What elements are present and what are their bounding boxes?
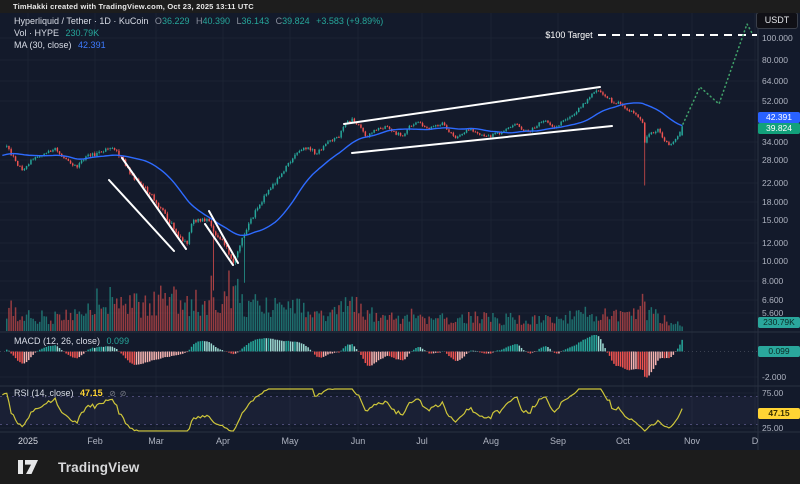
svg-text:52.000: 52.000 xyxy=(762,96,788,106)
watermark-bar: TimHakki created with TradingView.com, O… xyxy=(0,0,800,13)
candles xyxy=(6,89,683,290)
symbol-title: Hyperliquid / Tether · 1D · KuCoin xyxy=(14,16,148,26)
open-value: 36.229 xyxy=(162,16,190,26)
volume-legend[interactable]: Vol · HYPE 230.79K xyxy=(14,28,99,38)
last-price-tag: 39.824 xyxy=(758,123,800,134)
currency-unit-button[interactable]: USDT xyxy=(756,12,798,29)
volume-label: Vol · HYPE xyxy=(14,28,59,38)
open-key: O xyxy=(155,16,162,26)
target-annotation-label[interactable]: $100 Target xyxy=(540,30,598,40)
ma-price-tag: 42.391 xyxy=(758,112,800,123)
brand-bar: TradingView xyxy=(0,450,800,484)
svg-text:22.000: 22.000 xyxy=(762,178,788,188)
svg-text:Jun: Jun xyxy=(351,436,366,446)
tradingview-logo-icon xyxy=(16,457,50,477)
rsi-legend[interactable]: RSI (14, close) 47.15 ⊘ ⊘ xyxy=(14,388,127,398)
rsi-hidden-toggle-icon[interactable]: ⊘ xyxy=(109,389,116,398)
svg-text:Oct: Oct xyxy=(616,436,631,446)
rsi-value: 47.15 xyxy=(80,388,103,398)
rsi-value-tag: 47.15 xyxy=(758,408,800,419)
svg-text:Apr: Apr xyxy=(216,436,230,446)
svg-text:34.000: 34.000 xyxy=(762,137,788,147)
ma-value: 42.391 xyxy=(78,40,106,50)
macd-value-tag: 0.099 xyxy=(758,346,800,357)
volume-value-tag: 230.79K xyxy=(758,317,800,328)
time-axis-labels[interactable]: 2025 Feb Mar Apr May Jun Jul Aug Sep Oct Nov D xyxy=(18,436,759,446)
svg-text:25.00: 25.00 xyxy=(762,423,784,433)
svg-text:Jul: Jul xyxy=(416,436,428,446)
close-value: 39.824 xyxy=(282,16,310,26)
svg-text:Sep: Sep xyxy=(550,436,566,446)
volume-value: 230.79K xyxy=(66,28,100,38)
svg-text:6.600: 6.600 xyxy=(762,295,784,305)
channel-trendlines xyxy=(109,87,612,265)
pane-separators xyxy=(0,13,800,450)
svg-text:8.000: 8.000 xyxy=(762,276,784,286)
svg-text:100.000: 100.000 xyxy=(762,33,793,43)
macd-legend[interactable]: MACD (12, 26, close) 0.099 xyxy=(14,336,129,346)
macd-value: 0.099 xyxy=(107,336,130,346)
ma-legend[interactable]: MA (30, close) 42.391 xyxy=(14,40,106,50)
volume-series xyxy=(6,271,683,331)
svg-text:2025: 2025 xyxy=(18,436,38,446)
low-value: 36.143 xyxy=(242,16,270,26)
svg-text:64.000: 64.000 xyxy=(762,76,788,86)
svg-text:Aug: Aug xyxy=(483,436,499,446)
svg-text:-2.000: -2.000 xyxy=(762,372,786,382)
svg-text:75.00: 75.00 xyxy=(762,388,784,398)
svg-text:Nov: Nov xyxy=(684,436,701,446)
rsi-hidden-toggle-icon-2[interactable]: ⊘ xyxy=(120,389,127,398)
projection-path[interactable] xyxy=(683,24,752,124)
ma-line xyxy=(2,103,682,235)
svg-text:Feb: Feb xyxy=(87,436,103,446)
watermark-text: TimHakki created with TradingView.com, O… xyxy=(13,2,254,11)
svg-text:12.000: 12.000 xyxy=(762,238,788,248)
high-value: 40.390 xyxy=(202,16,230,26)
change-value: +3.583 (+9.89%) xyxy=(316,16,383,26)
rsi-label: RSI (14, close) xyxy=(14,388,74,398)
svg-text:Mar: Mar xyxy=(148,436,164,446)
ma-label: MA (30, close) xyxy=(14,40,72,50)
macd-label: MACD (12, 26, close) xyxy=(14,336,100,346)
svg-text:28.000: 28.000 xyxy=(762,155,788,165)
svg-text:15.000: 15.000 xyxy=(762,215,788,225)
chart-canvas[interactable]: 100.000 80.000 64.000 52.000 34.000 28.000 22.… xyxy=(0,0,800,484)
price-axis-labels[interactable]: 100.000 80.000 64.000 52.000 34.000 28.000 22.… xyxy=(762,33,793,433)
svg-text:80.000: 80.000 xyxy=(762,55,788,65)
tradingview-snapshot: TimHakki created with TradingView.com, O… xyxy=(0,0,800,484)
svg-text:18.000: 18.000 xyxy=(762,197,788,207)
svg-text:May: May xyxy=(281,436,299,446)
svg-text:D: D xyxy=(752,436,759,446)
tradingview-logo-text: TradingView xyxy=(58,460,139,475)
svg-text:10.000: 10.000 xyxy=(762,256,788,266)
symbol-legend[interactable]: Hyperliquid / Tether · 1D · KuCoin O36.2… xyxy=(14,16,383,26)
